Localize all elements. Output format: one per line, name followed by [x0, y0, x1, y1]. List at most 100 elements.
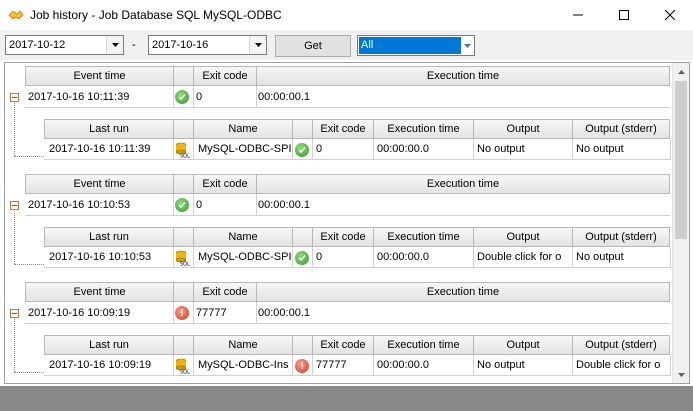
output-stderr-cell[interactable]: Double click for o: [576, 355, 669, 375]
column-header-job-execution-time[interactable]: Execution time: [373, 227, 474, 247]
column-header-status[interactable]: [173, 282, 194, 302]
job-name-cell: MySQL-ODBC-Ins: [198, 359, 289, 371]
status-filter-value: All: [359, 37, 461, 54]
column-header-exit-code[interactable]: Exit code: [193, 66, 257, 86]
maximize-button[interactable]: [601, 0, 647, 30]
grid-divider: [44, 375, 671, 376]
grid-divider: [373, 247, 374, 267]
grid-divider: [373, 355, 374, 375]
status-filter-select[interactable]: All: [357, 35, 475, 56]
date-from-dropdown-button[interactable]: [106, 36, 123, 54]
date-to-picker[interactable]: 2017-10-16: [148, 35, 267, 55]
column-header-status[interactable]: [173, 174, 194, 194]
last-run-cell: 2017-10-16 10:10:53: [49, 251, 152, 263]
grid-divider: [256, 194, 257, 215]
chevron-down-icon: [677, 372, 685, 377]
chevron-up-icon: [677, 69, 685, 74]
collapse-group-toggle[interactable]: [10, 93, 19, 102]
svg-text:SQL: SQL: [180, 370, 190, 375]
sql-database-icon: SQL: [175, 250, 190, 266]
column-header-name[interactable]: Name: [193, 227, 293, 247]
title-bar: Job history - Job Database SQL MySQL-ODB…: [0, 0, 693, 30]
column-header-job-exit-code[interactable]: Exit code: [312, 335, 374, 355]
last-run-cell: 2017-10-16 10:09:19: [49, 359, 152, 371]
tree-connector: [14, 372, 44, 373]
grid-divider: [193, 139, 194, 159]
column-header-output[interactable]: Output: [473, 227, 573, 247]
column-header-output[interactable]: Output: [473, 119, 573, 139]
scroll-down-button[interactable]: [673, 366, 689, 383]
grid-divider: [312, 355, 313, 375]
job-exit-code-cell: 77777: [316, 359, 347, 371]
output-cell[interactable]: Double click for o: [477, 247, 572, 267]
column-header-job-exit-code[interactable]: Exit code: [312, 119, 374, 139]
exclamation-circle-icon: !: [295, 359, 309, 373]
column-header-event-time[interactable]: Event time: [25, 174, 174, 194]
event-time-cell: 2017-10-16 10:09:19: [28, 307, 131, 319]
grid-divider: [193, 86, 194, 107]
get-button[interactable]: Get: [275, 35, 351, 57]
scroll-thumb[interactable]: [675, 81, 687, 239]
column-header-exit-code[interactable]: Exit code: [193, 282, 257, 302]
app-handshake-icon: [8, 10, 24, 20]
grid-divider: [373, 139, 374, 159]
column-header-job-exit-code[interactable]: Exit code: [312, 227, 374, 247]
scroll-up-button[interactable]: [673, 63, 689, 80]
column-header-status[interactable]: [173, 66, 194, 86]
tree-connector: [14, 319, 15, 372]
collapse-group-toggle[interactable]: [10, 201, 19, 210]
maximize-icon: [619, 10, 629, 20]
column-header-output-stderr[interactable]: Output (stderr): [572, 119, 670, 139]
column-header-job-execution-time[interactable]: Execution time: [373, 119, 474, 139]
grid-divider: [572, 139, 573, 159]
column-header-output[interactable]: Output: [473, 335, 573, 355]
column-header-job-icon[interactable]: [173, 119, 194, 139]
last-run-cell: 2017-10-16 10:11:39: [49, 143, 151, 155]
grid-divider: [173, 355, 174, 375]
minimize-button[interactable]: [555, 0, 601, 30]
column-header-job-status[interactable]: [292, 119, 313, 139]
grid-divider: [473, 139, 474, 159]
status-filter-dropdown-button[interactable]: [460, 36, 474, 55]
grid-divider: [256, 86, 257, 107]
column-header-job-execution-time[interactable]: Execution time: [373, 335, 474, 355]
column-header-last-run[interactable]: Last run: [44, 119, 174, 139]
collapse-group-toggle[interactable]: [10, 309, 19, 318]
check-circle-icon: [295, 143, 309, 157]
column-header-job-icon[interactable]: [173, 227, 194, 247]
column-header-execution-time[interactable]: Execution time: [256, 282, 670, 302]
job-name-cell: MySQL-ODBC-SPI: [198, 143, 292, 155]
close-button[interactable]: [647, 0, 693, 30]
column-header-last-run[interactable]: Last run: [44, 335, 174, 355]
column-header-exit-code[interactable]: Exit code: [193, 174, 257, 194]
vertical-scrollbar[interactable]: [672, 63, 689, 383]
job-execution-time-cell: 00:00:00.0: [377, 143, 429, 155]
column-header-output-stderr[interactable]: Output (stderr): [572, 227, 670, 247]
job-exit-code-cell: 0: [316, 143, 323, 155]
date-from-picker[interactable]: 2017-10-12: [5, 35, 124, 55]
column-header-last-run[interactable]: Last run: [44, 227, 174, 247]
grid-divider: [173, 302, 174, 323]
column-header-output-stderr[interactable]: Output (stderr): [572, 335, 670, 355]
grid-divider: [173, 194, 174, 215]
exit-code-cell: 0: [196, 199, 203, 211]
date-to-value: 2017-10-16: [152, 39, 209, 51]
column-header-name[interactable]: Name: [193, 119, 293, 139]
column-header-job-status[interactable]: [292, 335, 313, 355]
job-history-grid[interactable]: Event time Exit code Execution time 2017…: [4, 62, 690, 384]
exclamation-circle-icon: !: [175, 306, 189, 320]
column-header-job-icon[interactable]: [173, 335, 194, 355]
column-header-event-time[interactable]: Event time: [25, 282, 174, 302]
column-header-execution-time[interactable]: Execution time: [256, 174, 670, 194]
grid-divider: [25, 215, 670, 216]
execution-time-cell: 00:00:00.1: [258, 199, 310, 211]
grid-divider: [572, 247, 573, 267]
column-header-event-time[interactable]: Event time: [25, 66, 174, 86]
job-execution-time-cell: 00:00:00.0: [377, 359, 429, 371]
date-to-dropdown-button[interactable]: [249, 36, 266, 54]
grid-divider: [193, 302, 194, 323]
column-header-job-status[interactable]: [292, 227, 313, 247]
column-header-name[interactable]: Name: [193, 335, 293, 355]
grid-divider: [173, 86, 174, 107]
column-header-execution-time[interactable]: Execution time: [256, 66, 670, 86]
